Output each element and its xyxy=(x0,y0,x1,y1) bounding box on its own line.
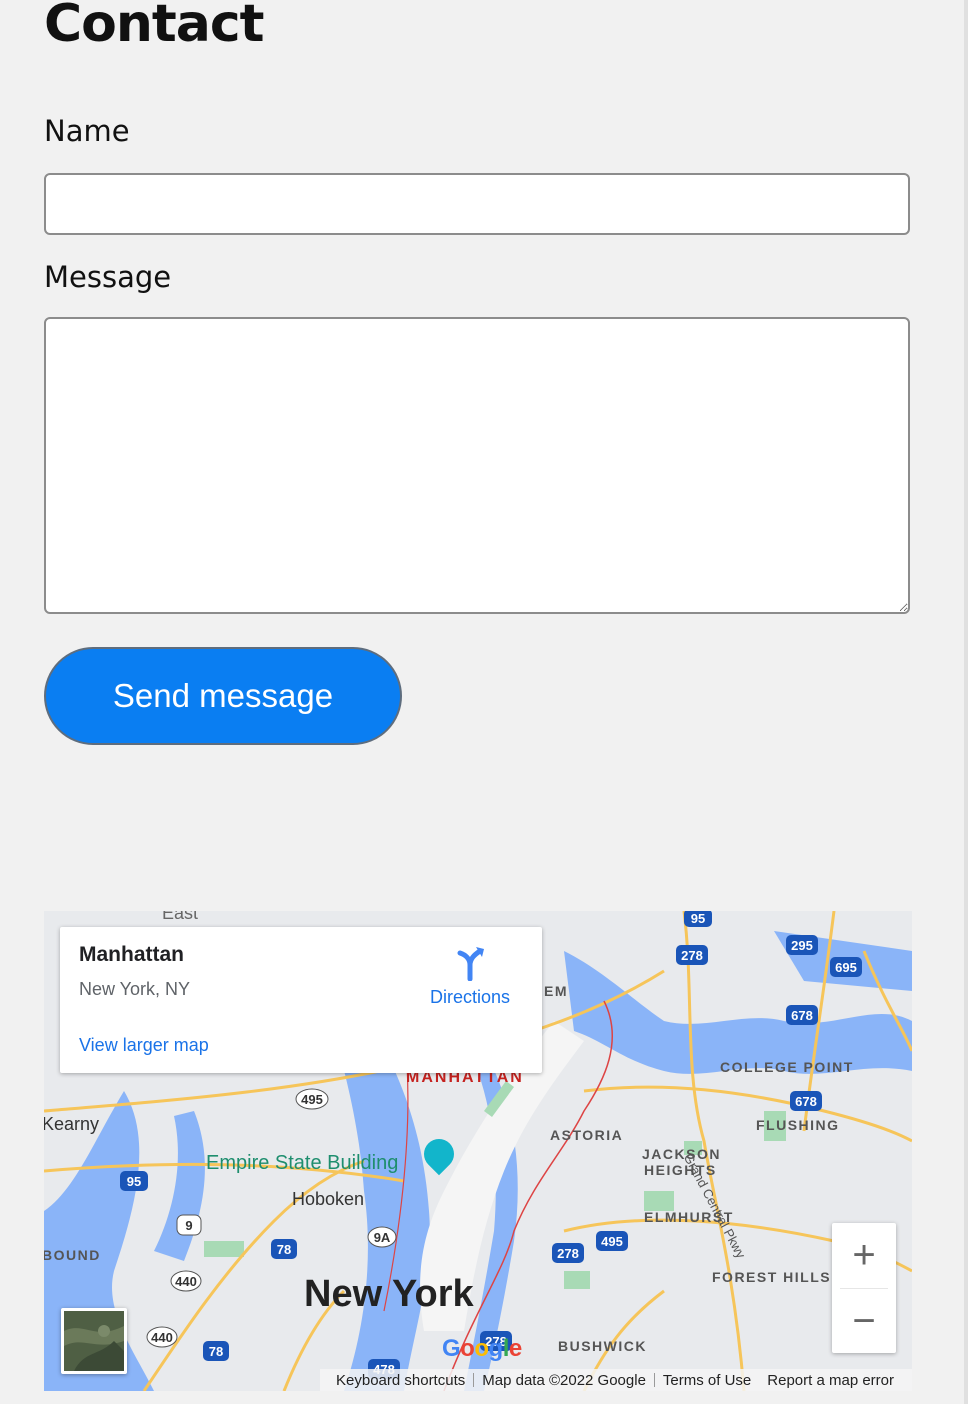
map-data-attribution: Map data ©2022 Google xyxy=(482,1371,646,1389)
map-footer: Keyboard shortcuts Map data ©2022 Google… xyxy=(320,1369,912,1391)
zoom-control: + − xyxy=(832,1223,896,1353)
bound-label: BOUND xyxy=(44,1247,101,1263)
east-label: East xyxy=(162,911,199,923)
directions-label: Directions xyxy=(429,987,511,1007)
minus-icon: − xyxy=(852,1299,876,1343)
name-input[interactable] xyxy=(44,173,910,235)
zoom-out-button[interactable]: − xyxy=(832,1289,896,1353)
college-point-label: COLLEGE POINT xyxy=(720,1059,854,1075)
message-textarea[interactable] xyxy=(44,317,910,614)
hoboken-label: Hoboken xyxy=(292,1189,365,1209)
terms-of-use-link[interactable]: Terms of Use xyxy=(655,1372,759,1389)
place-name: Manhattan xyxy=(79,943,184,966)
view-larger-map-link[interactable]: View larger map xyxy=(79,1035,209,1056)
google-logo: Google xyxy=(442,1335,522,1362)
page-title: Contact xyxy=(44,0,265,54)
page-edge xyxy=(964,0,968,1404)
new-york-map-label: New York xyxy=(304,1273,474,1315)
satellite-view-toggle[interactable] xyxy=(61,1308,127,1374)
directions-icon xyxy=(457,947,484,981)
satellite-thumbnail-icon xyxy=(64,1311,124,1371)
bushwick-label: BUSHWICK xyxy=(558,1338,647,1354)
flushing-label: FLUSHING xyxy=(756,1117,840,1133)
empire-state-label: Empire State Building xyxy=(206,1152,399,1174)
keyboard-shortcuts-link[interactable]: Keyboard shortcuts xyxy=(328,1372,473,1389)
directions-button[interactable]: Directions xyxy=(420,945,520,1008)
kearny-label: Kearny xyxy=(44,1114,100,1134)
send-message-button[interactable]: Send message xyxy=(44,647,402,745)
name-label: Name xyxy=(44,114,130,148)
embedded-map[interactable]: MANHATTAN New York Empire State Building… xyxy=(44,911,912,1391)
forest-hills-label: FOREST HILLS xyxy=(712,1269,832,1285)
plus-icon: + xyxy=(852,1233,876,1277)
astoria-label: ASTORIA xyxy=(550,1127,624,1143)
report-map-error-link[interactable]: Report a map error xyxy=(759,1372,902,1389)
em-label: EM xyxy=(544,983,568,999)
place-info-card: Manhattan New York, NY View larger map D… xyxy=(60,927,542,1073)
zoom-in-button[interactable]: + xyxy=(832,1223,896,1287)
message-label: Message xyxy=(44,260,172,294)
place-address: New York, NY xyxy=(79,979,191,999)
